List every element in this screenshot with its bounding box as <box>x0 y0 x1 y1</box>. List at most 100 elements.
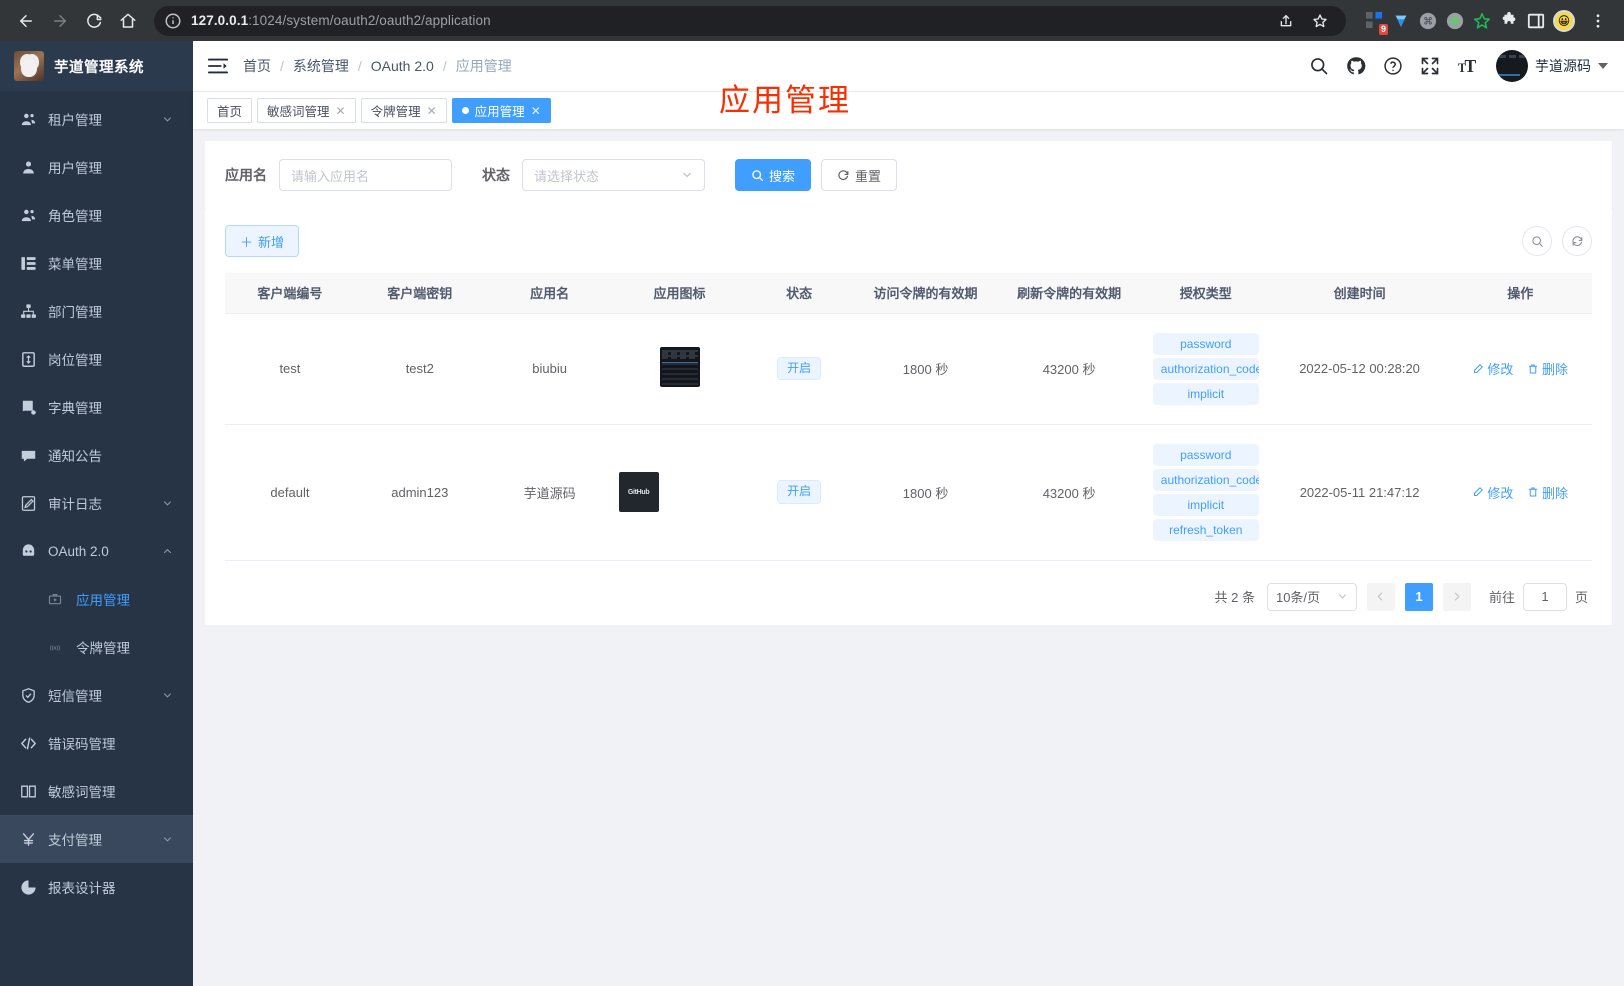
sidebar-item-report-designer[interactable]: 报表设计器 <box>0 863 193 911</box>
sidebar-item-application[interactable]: 应用管理 <box>0 575 193 623</box>
next-page-button[interactable] <box>1442 582 1471 611</box>
fullscreen-icon[interactable] <box>1420 56 1440 76</box>
cell-app-icon: GitHub <box>614 424 745 561</box>
active-dot-icon <box>461 107 469 114</box>
close-icon[interactable]: ✕ <box>427 105 437 117</box>
forward-arrow-icon[interactable] <box>44 5 76 37</box>
tab-token[interactable]: 令牌管理 ✕ <box>360 98 447 123</box>
home-icon[interactable] <box>112 5 144 37</box>
page-number-1[interactable]: 1 <box>1404 582 1433 611</box>
sidebar-logo[interactable]: 芋道管理系统 <box>0 41 193 91</box>
sidebar-item-label: 角色管理 <box>48 209 102 224</box>
sidebar: 芋道管理系统 租户管理 用户管理 角色管理 菜单管理 部门管理 岗位管理 字典管… <box>0 41 193 986</box>
sidebar-item-tenant[interactable]: 租户管理 <box>0 95 193 143</box>
github-icon[interactable] <box>1346 56 1366 76</box>
add-button[interactable]: ＋ 新增 <box>225 225 300 257</box>
user-menu[interactable]: 芋道源码 <box>1496 50 1608 82</box>
share-icon[interactable] <box>1270 5 1302 37</box>
search-button-label: 搜索 <box>769 168 796 184</box>
diamond-icon[interactable] <box>1391 11 1411 31</box>
breadcrumb-item-0[interactable]: 首页 <box>243 56 271 76</box>
command-icon[interactable]: ⌘ <box>1418 11 1438 31</box>
svg-text:T: T <box>1465 56 1477 76</box>
table-search-button[interactable] <box>1522 226 1552 256</box>
tab-sensitive-word[interactable]: 敏感词管理 ✕ <box>257 98 356 123</box>
add-button-label: 新增 <box>258 234 285 250</box>
tab-home[interactable]: 首页 <box>207 98 253 123</box>
sidebar-item-notice[interactable]: 通知公告 <box>0 431 193 479</box>
reset-button[interactable]: 重置 <box>821 159 898 191</box>
cell-create-time: 2022-05-11 21:47:12 <box>1270 424 1449 561</box>
delete-button[interactable]: 删除 <box>1527 359 1568 378</box>
collapse-menu-icon[interactable] <box>207 55 229 77</box>
sidebar-item-dict[interactable]: 字典管理 <box>0 383 193 431</box>
help-icon[interactable] <box>1383 56 1403 76</box>
sidebar-item-payment[interactable]: 支付管理 <box>0 815 193 863</box>
github-thumbnail-icon: GitHub <box>618 472 659 512</box>
breadcrumb-item-1[interactable]: 系统管理 <box>293 56 349 76</box>
search-icon <box>752 169 764 181</box>
site-info-icon[interactable] <box>164 12 182 30</box>
col-client-secret: 客户端密钥 <box>354 273 485 314</box>
page-size-select[interactable]: 10条/页 <box>1266 582 1357 611</box>
chevron-up-icon <box>163 548 172 553</box>
role-icon <box>20 207 37 224</box>
close-icon[interactable]: ✕ <box>336 105 346 117</box>
extension-grid-icon[interactable]: 9 <box>1364 11 1388 35</box>
table-row[interactable]: test test2 biubiu 开启 1800 秒 43200 秒 pass… <box>225 313 1592 425</box>
app-name-input[interactable]: 请输入应用名 <box>279 159 452 191</box>
cell-refresh-token-validity: 43200 秒 <box>997 424 1141 561</box>
sidebar-item-label: 报表设计器 <box>48 881 116 896</box>
table-row[interactable]: default admin123 芋道源码 GitHub 开启 1800 秒 4… <box>225 424 1592 561</box>
sidebar-item-dept[interactable]: 部门管理 <box>0 287 193 335</box>
reload-icon[interactable] <box>78 5 110 37</box>
table-toolbar: ＋ 新增 <box>225 225 1592 257</box>
col-access-token-validity: 访问令牌的有效期 <box>853 273 998 314</box>
font-size-icon[interactable]: TT <box>1457 56 1477 76</box>
jump-page-input[interactable]: 1 <box>1522 582 1567 611</box>
search-icon[interactable] <box>1309 56 1329 76</box>
col-app-icon: 应用图标 <box>614 273 745 314</box>
table-refresh-button[interactable] <box>1562 226 1592 256</box>
breadcrumb-item-2[interactable]: OAuth 2.0 <box>371 58 434 74</box>
sidebar-item-token[interactable]: ((x)) 令牌管理 <box>0 623 193 671</box>
sidebar-item-post[interactable]: 岗位管理 <box>0 335 193 383</box>
sidepanel-icon[interactable] <box>1526 11 1546 31</box>
search-button[interactable]: 搜索 <box>735 159 812 191</box>
sidebar-item-audit-log[interactable]: 审计日志 <box>0 479 193 527</box>
green-circle-icon[interactable] <box>1445 11 1465 31</box>
profile-avatar[interactable]: 😀 <box>1553 9 1575 32</box>
edit-icon <box>1474 363 1484 373</box>
edit-button[interactable]: 修改 <box>1472 359 1513 378</box>
star-shape-icon[interactable] <box>1472 11 1492 31</box>
edit-button[interactable]: 修改 <box>1472 483 1513 502</box>
application-table: 客户端编号 客户端密钥 应用名 应用图标 状态 访问令牌的有效期 刷新令牌的有效… <box>225 273 1592 561</box>
browser-toolbar: 127.0.0.1:1024/system/oauth2/oauth2/appl… <box>0 0 1624 41</box>
sidebar-item-sensitive-word[interactable]: 敏感词管理 <box>0 767 193 815</box>
sidebar-item-label: 用户管理 <box>48 161 102 176</box>
address-bar[interactable]: 127.0.0.1:1024/system/oauth2/oauth2/appl… <box>154 5 1346 37</box>
sidebar-item-error-code[interactable]: 错误码管理 <box>0 719 193 767</box>
sidebar-item-role[interactable]: 角色管理 <box>0 191 193 239</box>
sidebar-item-label: OAuth 2.0 <box>48 543 109 559</box>
prev-page-button[interactable] <box>1366 582 1395 611</box>
sidebar-item-menu[interactable]: 菜单管理 <box>0 239 193 287</box>
sidebar-item-label: 短信管理 <box>48 689 102 704</box>
top-navbar: 首页 / 系统管理 / OAuth 2.0 / 应用管理 T T 芋道源码 <box>193 41 1624 91</box>
cell-operation: 修改 删除 <box>1448 313 1592 425</box>
back-arrow-icon[interactable] <box>10 5 42 37</box>
star-icon[interactable] <box>1304 5 1336 37</box>
announcement-icon <box>20 447 37 464</box>
puzzle-piece-icon[interactable] <box>1499 11 1519 31</box>
sidebar-item-sms[interactable]: 短信管理 <box>0 671 193 719</box>
sidebar-item-oauth2[interactable]: OAuth 2.0 <box>0 527 193 575</box>
sidebar-item-user[interactable]: 用户管理 <box>0 143 193 191</box>
token-icon: ((x)) <box>48 640 62 654</box>
edit-label: 修改 <box>1487 485 1514 501</box>
kebab-menu-icon[interactable] <box>1582 5 1614 37</box>
status-select[interactable]: 请选择状态 <box>522 159 705 191</box>
chevron-down-icon <box>1338 594 1347 599</box>
close-icon[interactable]: ✕ <box>531 105 541 117</box>
tab-application[interactable]: 应用管理 ✕ <box>451 98 551 123</box>
delete-button[interactable]: 删除 <box>1527 483 1568 502</box>
